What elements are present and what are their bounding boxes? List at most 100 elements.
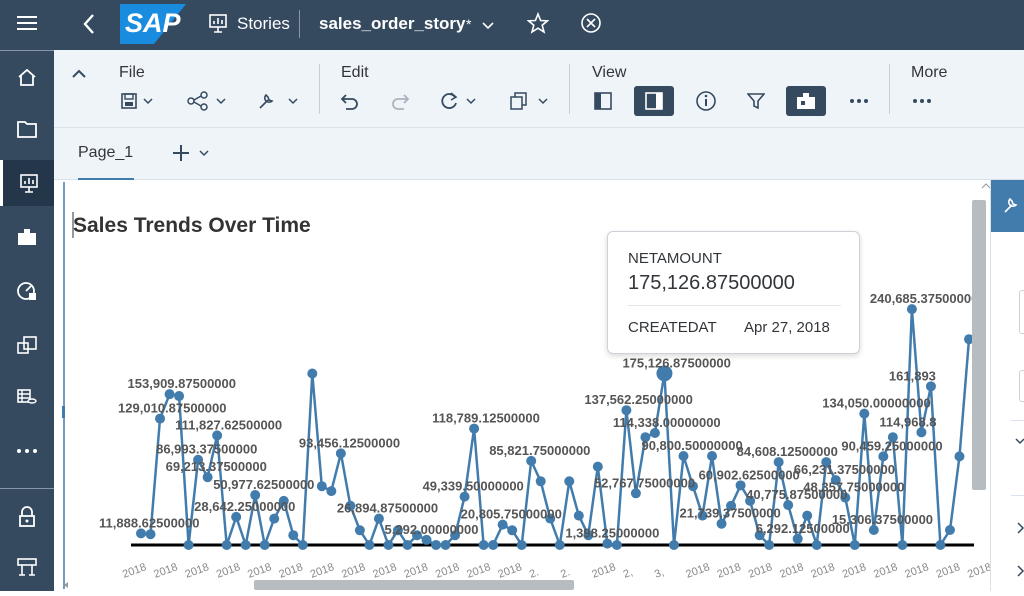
data-point[interactable] [241, 540, 251, 550]
data-point[interactable] [260, 540, 270, 550]
builder-panel [990, 180, 1024, 591]
data-point[interactable] [897, 540, 907, 550]
view-more-icon[interactable] [844, 86, 874, 116]
data-point[interactable] [802, 511, 812, 521]
undo-button[interactable] [336, 86, 364, 116]
analytics-designer-icon[interactable] [0, 268, 54, 314]
save-button[interactable] [116, 86, 160, 116]
redo-button[interactable] [386, 86, 414, 116]
data-point[interactable] [298, 540, 308, 550]
stories-icon[interactable] [0, 160, 54, 206]
data-point[interactable] [488, 540, 498, 550]
data-point[interactable] [184, 540, 194, 550]
data-point[interactable] [222, 540, 232, 550]
data-point[interactable] [402, 540, 412, 550]
data-point[interactable] [307, 369, 317, 379]
models-icon[interactable] [0, 214, 54, 260]
data-point[interactable] [517, 540, 527, 550]
file-group-label: File [119, 64, 145, 82]
builder-tools-icon[interactable] [1003, 196, 1021, 214]
tab-page-1-label: Page_1 [78, 144, 133, 162]
data-point[interactable] [269, 514, 279, 524]
data-point[interactable] [364, 540, 374, 550]
chart-horizontal-scrollbar[interactable] [254, 580, 574, 590]
data-point[interactable] [764, 540, 774, 550]
more-group-label: More [911, 64, 947, 82]
nav-divider [0, 50, 54, 51]
data-point[interactable] [174, 391, 184, 401]
resize-handle[interactable] [62, 406, 65, 418]
info-button[interactable] [690, 86, 722, 116]
data-point[interactable] [812, 540, 822, 550]
data-point[interactable] [850, 540, 860, 550]
data-label: 84,608.12500000 [737, 444, 838, 459]
refresh-button[interactable] [438, 86, 482, 116]
data-point[interactable] [935, 540, 945, 550]
data-label: 85,821.75000000 [489, 443, 590, 458]
filter-icon[interactable] [742, 86, 770, 116]
data-point[interactable] [536, 476, 546, 486]
story-toolbar: File Edit View More [54, 50, 1024, 128]
right-panel-toggle[interactable] [634, 86, 674, 116]
story-title[interactable]: sales_order_story [319, 14, 465, 34]
add-page-button[interactable] [172, 143, 214, 168]
chevron-right-icon[interactable] [1017, 522, 1024, 534]
data-point[interactable] [574, 511, 584, 521]
side-navigation [0, 0, 54, 591]
system-icon[interactable] [0, 544, 54, 590]
data-point[interactable] [288, 530, 298, 540]
data-point[interactable] [383, 540, 393, 550]
chart-vertical-scrollbar[interactable] [972, 200, 986, 490]
favorite-star-icon[interactable] [527, 12, 549, 39]
tools-button[interactable] [256, 86, 302, 116]
data-point[interactable] [954, 451, 964, 461]
section-title[interactable]: Stories [237, 14, 290, 34]
data-connections-icon[interactable] [0, 374, 54, 420]
data-point[interactable] [564, 476, 574, 486]
chevron-right-icon-2[interactable] [1017, 565, 1024, 577]
tooltip-divider [628, 305, 841, 306]
scroll-up-icon[interactable] [982, 184, 990, 188]
copy-button[interactable] [508, 86, 554, 116]
expand-section-icon[interactable] [1015, 438, 1024, 446]
home-icon[interactable] [0, 54, 54, 100]
data-label: 129,010.87500000 [118, 401, 226, 416]
data-action-icon[interactable] [0, 322, 54, 368]
data-point[interactable] [593, 462, 603, 472]
builder-panel-divider-1 [1011, 420, 1024, 421]
data-label: 114,968.8 [879, 414, 936, 429]
files-icon[interactable] [0, 106, 54, 152]
lock-icon[interactable] [0, 494, 54, 540]
builder-panel-toggle[interactable] [786, 86, 826, 116]
tab-page-1[interactable]: Page_1 [78, 128, 134, 180]
data-point[interactable] [555, 540, 565, 550]
menu-icon[interactable] [0, 0, 54, 46]
data-point[interactable] [479, 540, 489, 550]
builder-panel-field-1[interactable] [1019, 290, 1024, 334]
sap-logo[interactable]: SAP [120, 4, 186, 44]
x-tick-label: 2018 [371, 561, 398, 581]
data-point[interactable] [431, 540, 441, 550]
data-point[interactable] [441, 540, 451, 550]
more-button[interactable] [907, 86, 937, 116]
data-point[interactable] [612, 540, 622, 550]
data-point[interactable] [945, 525, 955, 535]
left-panel-toggle[interactable] [586, 86, 620, 116]
collapse-toolbar-icon[interactable] [72, 66, 86, 84]
x-tick-label: 2018 [747, 561, 774, 581]
x-tick-label: 2018 [778, 561, 805, 581]
builder-panel-field-2[interactable] [1019, 370, 1024, 402]
data-point[interactable] [146, 529, 156, 539]
data-label: 60,902.62500000 [699, 467, 800, 482]
data-point[interactable] [507, 525, 517, 535]
data-point[interactable] [317, 481, 327, 491]
share-button[interactable] [186, 86, 232, 116]
more-nav-icon[interactable] [0, 428, 54, 474]
data-point[interactable] [355, 525, 365, 535]
close-story-icon[interactable] [580, 12, 602, 39]
story-menu-chevron-icon[interactable] [482, 17, 494, 35]
back-icon[interactable] [82, 13, 96, 40]
data-point[interactable] [326, 486, 336, 496]
x-tick-label: 2018 [903, 561, 930, 581]
data-point[interactable] [669, 540, 679, 550]
